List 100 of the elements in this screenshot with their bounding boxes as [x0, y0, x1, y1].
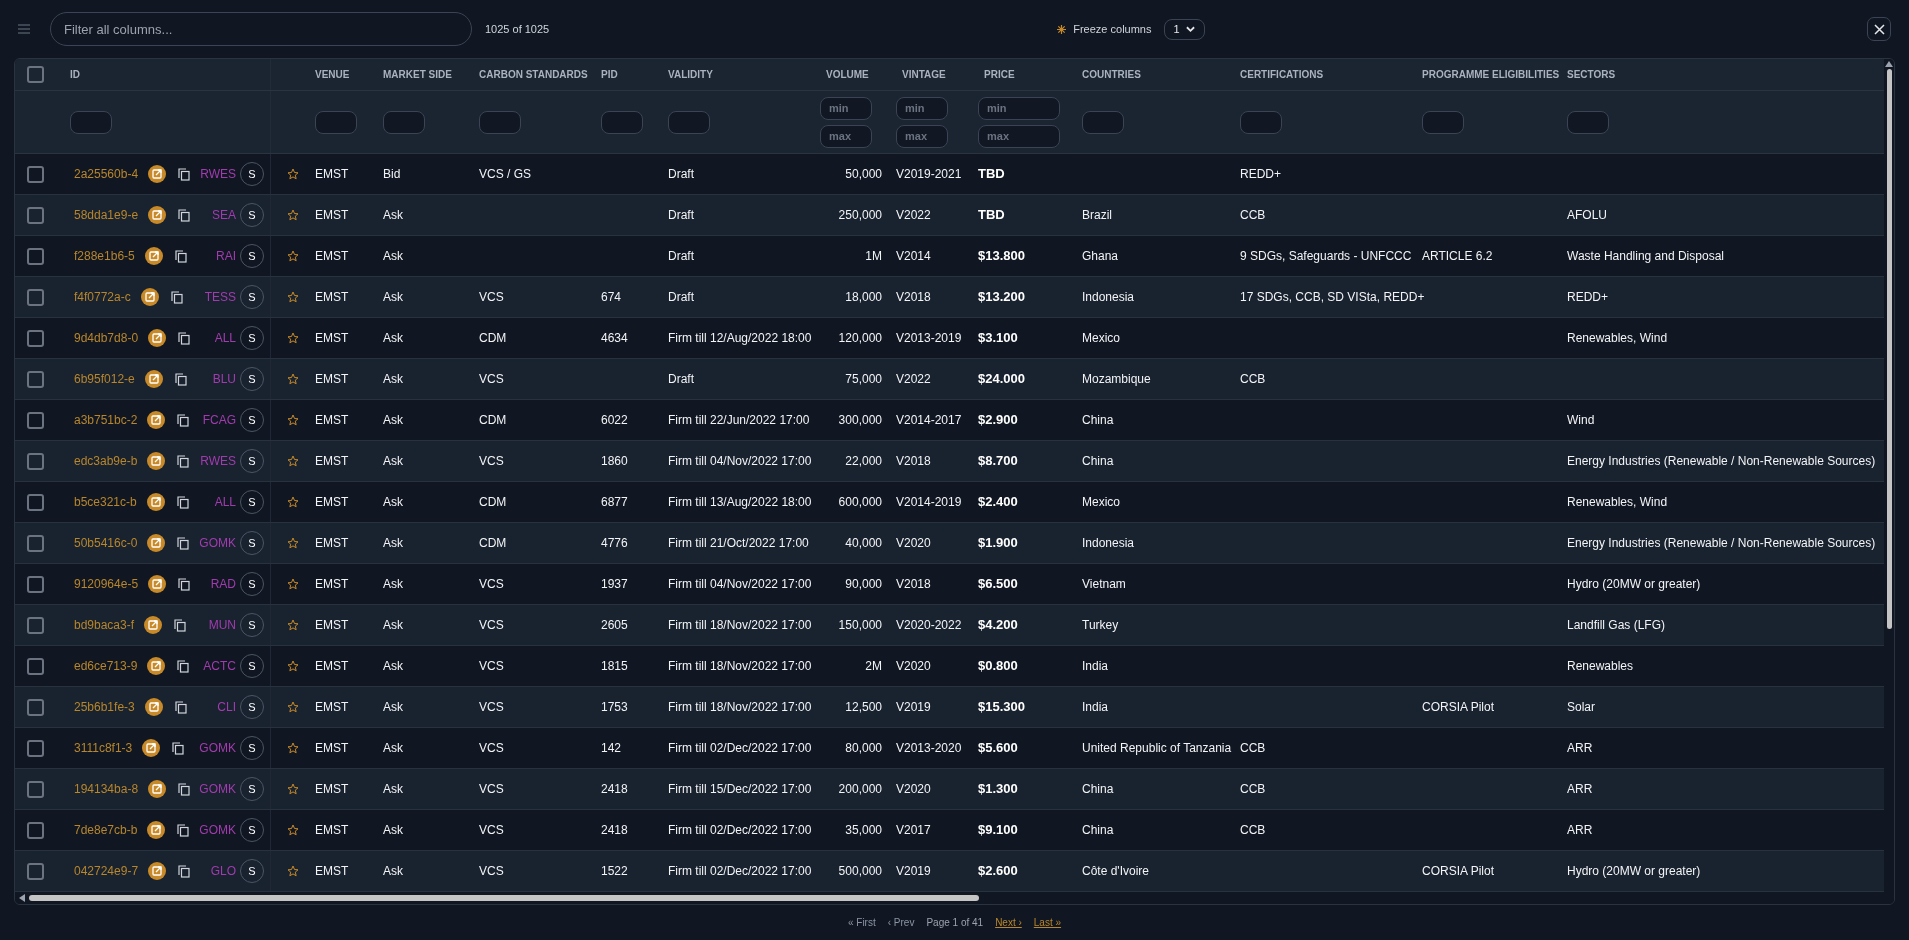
edit-icon[interactable] [144, 616, 163, 634]
star-icon[interactable] [287, 209, 299, 221]
star-icon[interactable] [287, 824, 299, 836]
filter-field[interactable]: max [820, 124, 872, 148]
column-header[interactable]: VINTAGE [902, 67, 946, 82]
star-icon[interactable] [287, 496, 299, 508]
star-icon[interactable] [287, 332, 299, 344]
pagination-link[interactable]: Last » [1033, 915, 1062, 930]
edit-icon[interactable] [142, 739, 161, 757]
star-icon[interactable] [287, 742, 299, 754]
checkbox[interactable] [27, 288, 44, 306]
id-link[interactable]: edc3ab9e-b [74, 452, 138, 470]
star-icon[interactable] [287, 619, 299, 631]
column-header[interactable]: PRICE [984, 67, 1015, 82]
star-icon[interactable] [287, 578, 299, 590]
copy-icon[interactable] [172, 741, 185, 755]
edit-icon[interactable] [147, 411, 166, 429]
star-icon[interactable] [287, 783, 299, 795]
star-icon[interactable] [287, 701, 299, 713]
filter-field[interactable] [383, 110, 425, 134]
star-icon[interactable] [287, 250, 299, 262]
copy-icon[interactable] [177, 536, 190, 550]
id-link[interactable]: 6b95f012-e [74, 370, 135, 388]
copy-icon[interactable] [178, 331, 191, 345]
checkbox[interactable] [27, 247, 44, 265]
column-header[interactable]: ID [70, 67, 80, 82]
filter-field[interactable]: max [978, 124, 1060, 148]
id-link[interactable]: 194134ba-8 [74, 780, 139, 798]
filter-field[interactable] [668, 110, 710, 134]
copy-icon[interactable] [176, 495, 189, 509]
column-header[interactable]: CARBON STANDARDS [479, 67, 588, 82]
vertical-scrollbar[interactable] [1884, 59, 1894, 904]
id-link[interactable]: 9d4db7d8-0 [74, 329, 139, 347]
checkbox[interactable] [27, 165, 44, 183]
pagination-link[interactable]: Next › [995, 915, 1022, 930]
star-icon[interactable] [287, 660, 299, 672]
checkbox[interactable] [27, 657, 44, 675]
filter-field[interactable] [70, 110, 112, 134]
id-link[interactable]: 2a25560b-4 [74, 165, 139, 183]
id-link[interactable]: 58dda1e9-e [74, 206, 139, 224]
edit-icon[interactable] [148, 862, 167, 880]
checkbox[interactable] [27, 739, 44, 757]
checkbox[interactable] [27, 370, 44, 388]
id-link[interactable]: f4f0772a-c [74, 288, 131, 306]
checkbox[interactable] [27, 452, 44, 470]
scroll-left-icon[interactable] [19, 894, 25, 902]
id-link[interactable]: 7de8e7cb-b [74, 821, 138, 839]
edit-icon[interactable] [148, 206, 167, 224]
id-link[interactable]: a3b751bc-2 [74, 411, 138, 429]
checkbox[interactable] [27, 66, 44, 83]
checkbox[interactable] [27, 780, 44, 798]
id-link[interactable]: f288e1b6-5 [74, 247, 135, 265]
copy-icon[interactable] [177, 413, 190, 427]
filter-field[interactable] [1082, 110, 1124, 134]
edit-icon[interactable] [148, 329, 167, 347]
edit-icon[interactable] [147, 821, 166, 839]
column-header[interactable]: PID [601, 67, 618, 82]
copy-icon[interactable] [178, 208, 191, 222]
checkbox[interactable] [27, 329, 44, 347]
edit-icon[interactable] [147, 657, 166, 675]
copy-icon[interactable] [174, 372, 187, 386]
id-link[interactable]: 9120964e-5 [74, 575, 139, 593]
search-field[interactable]: Filter all columns... [50, 12, 472, 46]
filter-field[interactable] [1422, 110, 1464, 134]
edit-icon[interactable] [140, 288, 159, 306]
copy-icon[interactable] [177, 823, 190, 837]
id-link[interactable]: 042724e9-7 [74, 862, 139, 880]
id-link[interactable]: b5ce321c-b [74, 493, 137, 511]
column-header[interactable]: VALIDITY [668, 67, 713, 82]
copy-icon[interactable] [177, 454, 190, 468]
filter-field[interactable]: min [820, 96, 872, 120]
filter-field[interactable] [479, 110, 521, 134]
star-icon[interactable] [287, 865, 299, 877]
close-button[interactable] [1867, 17, 1891, 41]
id-link[interactable]: ed6ce713-9 [74, 657, 138, 675]
copy-icon[interactable] [178, 864, 191, 878]
filter-field[interactable] [1240, 110, 1282, 134]
edit-icon[interactable] [144, 370, 163, 388]
copy-icon[interactable] [174, 618, 187, 632]
star-icon[interactable] [287, 168, 299, 180]
filter-field[interactable] [315, 110, 357, 134]
copy-icon[interactable] [170, 290, 183, 304]
edit-icon[interactable] [146, 493, 165, 511]
filter-field[interactable] [601, 110, 643, 134]
filter-field[interactable] [1567, 110, 1609, 134]
id-link[interactable]: bd9baca3-f [74, 616, 135, 634]
id-link[interactable]: 3111c8f1-3 [74, 739, 133, 757]
edit-icon[interactable] [148, 165, 167, 183]
id-link[interactable]: 25b6b1fe-3 [74, 698, 135, 716]
column-header[interactable]: PROGRAMME ELIGIBILITIES [1422, 67, 1560, 82]
edit-icon[interactable] [144, 698, 163, 716]
column-header[interactable]: VOLUME [826, 67, 869, 82]
filter-field[interactable]: min [978, 96, 1060, 120]
filter-field[interactable]: max [896, 124, 948, 148]
column-header[interactable]: VENUE [315, 67, 350, 82]
edit-icon[interactable] [148, 780, 167, 798]
copy-icon[interactable] [174, 249, 187, 263]
star-icon[interactable] [287, 414, 299, 426]
edit-icon[interactable] [144, 247, 163, 265]
id-link[interactable]: 50b5416c-0 [74, 534, 138, 552]
